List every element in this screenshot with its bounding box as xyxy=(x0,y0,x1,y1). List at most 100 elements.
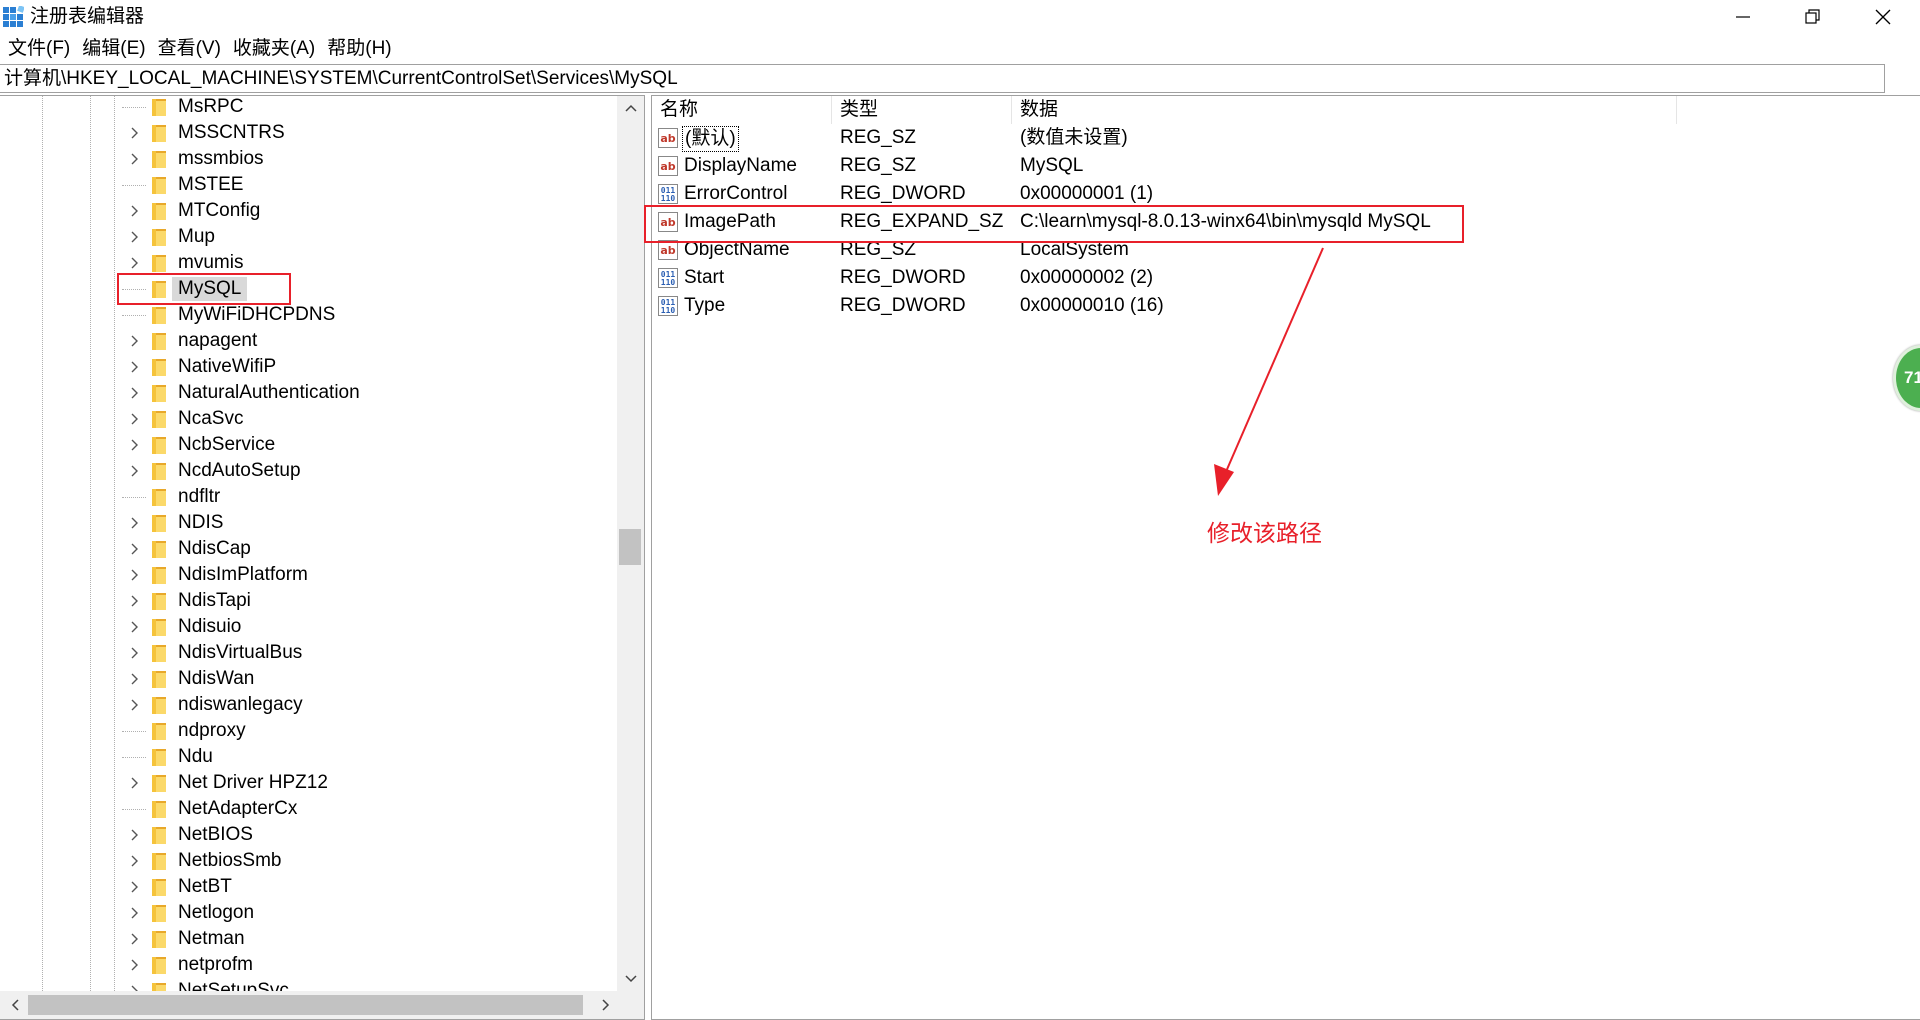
tree-item[interactable]: NdisVirtualBus xyxy=(0,640,620,666)
chevron-right-icon[interactable] xyxy=(128,958,142,972)
address-bar[interactable]: 计算机\HKEY_LOCAL_MACHINE\SYSTEM\CurrentCon… xyxy=(0,64,1885,93)
tree-item[interactable]: Netlogon xyxy=(0,900,620,926)
menu-file[interactable]: 文件(F) xyxy=(4,37,78,61)
tree-item[interactable]: MsRPC xyxy=(0,96,620,120)
minimize-button[interactable] xyxy=(1708,0,1778,34)
string-value-icon: ab xyxy=(658,156,678,176)
chevron-right-icon[interactable] xyxy=(128,776,142,790)
tree-item[interactable]: MySQL xyxy=(0,276,620,302)
folder-icon xyxy=(152,463,166,480)
chevron-right-icon[interactable] xyxy=(128,152,142,166)
scroll-down-button[interactable] xyxy=(617,967,644,991)
tree-item[interactable]: Ndisuio xyxy=(0,614,620,640)
scroll-right-button[interactable] xyxy=(595,991,617,1019)
tree-item[interactable]: Netman xyxy=(0,926,620,952)
chevron-right-icon[interactable] xyxy=(128,542,142,556)
tree-item[interactable]: ndfltr xyxy=(0,484,620,510)
tree-item[interactable]: NcdAutoSetup xyxy=(0,458,620,484)
chevron-right-icon[interactable] xyxy=(128,568,142,582)
chevron-right-icon[interactable] xyxy=(128,360,142,374)
tree-item[interactable]: NetBIOS xyxy=(0,822,620,848)
tree-item[interactable]: NcaSvc xyxy=(0,406,620,432)
chevron-right-icon[interactable] xyxy=(128,932,142,946)
restore-button[interactable] xyxy=(1778,0,1848,34)
chevron-right-icon[interactable] xyxy=(128,698,142,712)
chevron-right-icon[interactable] xyxy=(128,464,142,478)
chevron-right-icon[interactable] xyxy=(128,412,142,426)
chevron-right-icon[interactable] xyxy=(128,672,142,686)
tree-connector xyxy=(122,731,146,732)
menu-view[interactable]: 查看(V) xyxy=(154,37,229,61)
tree-item[interactable]: MSSCNTRS xyxy=(0,120,620,146)
chevron-right-icon[interactable] xyxy=(128,620,142,634)
tree-item[interactable]: NcbService xyxy=(0,432,620,458)
scroll-left-button[interactable] xyxy=(4,991,26,1019)
imagepath-highlight-box xyxy=(644,205,1464,243)
tree-item[interactable]: NetBT xyxy=(0,874,620,900)
tree-item[interactable]: NativeWifiP xyxy=(0,354,620,380)
tree-item[interactable]: Ndu xyxy=(0,744,620,770)
tree-item[interactable]: MTConfig xyxy=(0,198,620,224)
chevron-right-icon[interactable] xyxy=(128,204,142,218)
folder-icon xyxy=(152,437,166,454)
folder-icon xyxy=(152,775,166,792)
tree-vertical-scrollbar[interactable] xyxy=(617,96,644,991)
value-row[interactable]: ab (默认) REG_SZ (数值未设置) xyxy=(652,124,1752,152)
tree-item[interactable]: mssmbios xyxy=(0,146,620,172)
menu-edit[interactable]: 编辑(E) xyxy=(78,37,153,61)
chevron-right-icon[interactable] xyxy=(128,594,142,608)
tree-item[interactable]: Net Driver HPZ12 xyxy=(0,770,620,796)
close-icon xyxy=(1875,9,1891,25)
tree-item[interactable]: NdisWan xyxy=(0,666,620,692)
tree-item[interactable]: NdisCap xyxy=(0,536,620,562)
chevron-right-icon[interactable] xyxy=(128,880,142,894)
column-header-name[interactable]: 名称 xyxy=(652,96,832,124)
folder-icon xyxy=(152,489,166,506)
folder-icon xyxy=(152,931,166,948)
tree-item[interactable]: mvumis xyxy=(0,250,620,276)
tree-horizontal-scrollbar[interactable] xyxy=(0,991,617,1019)
column-header-data[interactable]: 数据 xyxy=(1012,96,1677,124)
tree-item[interactable]: MSTEE xyxy=(0,172,620,198)
close-button[interactable] xyxy=(1848,0,1918,34)
tree-item[interactable]: MyWiFiDHCPDNS xyxy=(0,302,620,328)
chevron-right-icon[interactable] xyxy=(128,646,142,660)
folder-icon xyxy=(152,255,166,272)
chevron-right-icon[interactable] xyxy=(128,854,142,868)
tree-item[interactable]: netprofm xyxy=(0,952,620,978)
scroll-up-button[interactable] xyxy=(617,96,644,120)
chevron-right-icon[interactable] xyxy=(128,256,142,270)
scroll-thumb[interactable] xyxy=(619,529,641,565)
menu-help[interactable]: 帮助(H) xyxy=(323,37,399,61)
chevron-right-icon[interactable] xyxy=(128,230,142,244)
tree-item[interactable]: NDIS xyxy=(0,510,620,536)
column-header-type[interactable]: 类型 xyxy=(832,96,1012,124)
value-row[interactable]: ab DisplayName REG_SZ MySQL xyxy=(652,152,1752,180)
chevron-right-icon[interactable] xyxy=(128,334,142,348)
folder-icon xyxy=(152,411,166,428)
binary-value-icon: 011110 xyxy=(658,184,678,204)
tree-item[interactable]: napagent xyxy=(0,328,620,354)
tree-item[interactable]: NetbiosSmb xyxy=(0,848,620,874)
tree-item[interactable]: ndiswanlegacy xyxy=(0,692,620,718)
chevron-right-icon[interactable] xyxy=(128,906,142,920)
tree-item[interactable]: NdisTapi xyxy=(0,588,620,614)
chevron-right-icon[interactable] xyxy=(128,438,142,452)
tree-item[interactable]: NetAdapterCx xyxy=(0,796,620,822)
chevron-right-icon[interactable] xyxy=(128,126,142,140)
value-row[interactable]: 011 110 ErrorControl REG_DWORD 0x00000001 (1… xyxy=(652,180,1752,208)
menu-favorites[interactable]: 收藏夹(A) xyxy=(229,37,323,61)
tree-item-label: NdisCap xyxy=(178,538,251,559)
menu-bar: 文件(F) 编辑(E) 查看(V) 收藏夹(A) 帮助(H) xyxy=(0,34,1920,64)
folder-icon xyxy=(152,541,166,558)
tree-item[interactable]: ndproxy xyxy=(0,718,620,744)
hscroll-thumb[interactable] xyxy=(28,995,583,1015)
chevron-right-icon[interactable] xyxy=(128,828,142,842)
tree-item[interactable]: Mup xyxy=(0,224,620,250)
folder-icon xyxy=(152,567,166,584)
chevron-right-icon[interactable] xyxy=(128,516,142,530)
chevron-right-icon[interactable] xyxy=(128,386,142,400)
tree-item[interactable]: NaturalAuthentication xyxy=(0,380,620,406)
tree-item[interactable]: NdisImPlatform xyxy=(0,562,620,588)
tree-item-label: Net Driver HPZ12 xyxy=(178,772,328,793)
